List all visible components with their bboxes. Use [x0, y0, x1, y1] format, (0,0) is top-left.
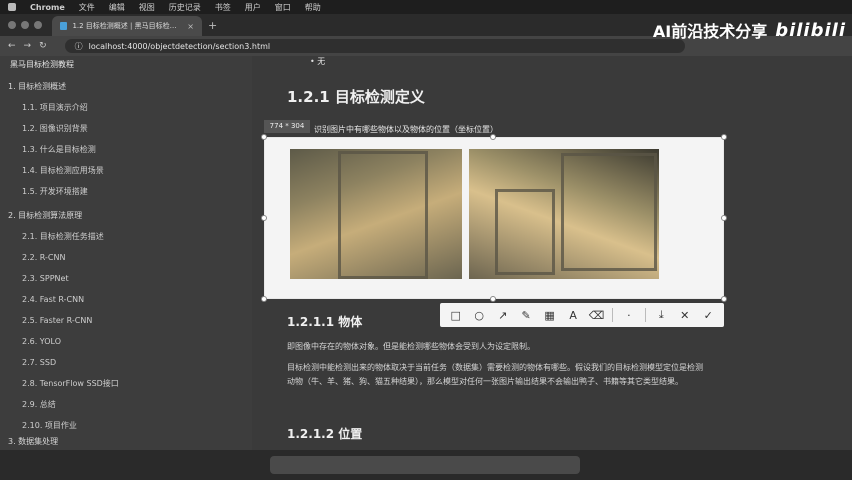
site-info-icon[interactable]: ⓘ [75, 41, 83, 52]
pin-tool-icon[interactable]: · [619, 305, 638, 325]
minimize-window-icon[interactable] [21, 21, 29, 29]
menu-view[interactable]: 视图 [139, 2, 155, 13]
new-tab-button[interactable]: + [208, 19, 217, 32]
download-icon[interactable]: ⤓ [652, 305, 671, 325]
tab-close-icon[interactable]: × [187, 22, 194, 31]
sidebar-item[interactable]: 2.1. 目标检测任务描述 [0, 228, 274, 246]
menu-help[interactable]: 帮助 [305, 2, 321, 13]
browser-tab[interactable]: 1.2 目标检测概述 | 黑马目标检测教程 × [52, 16, 202, 36]
channel-name: AI前沿技术分享 [652, 22, 768, 41]
apple-icon[interactable] [8, 3, 16, 11]
toolbar-divider [612, 308, 614, 322]
sidebar-item[interactable]: 1.4. 目标检测应用场景 [0, 162, 274, 180]
dog-image [469, 149, 659, 279]
dock [0, 450, 852, 480]
sidebar: 黑马目标检测教程 1. 目标检测概述 1.1. 项目演示介绍 1.2. 图像识别… [0, 56, 252, 450]
maximize-window-icon[interactable] [34, 21, 42, 29]
window-controls [8, 21, 42, 29]
menu-edit[interactable]: 编辑 [109, 2, 125, 13]
resize-handle-w[interactable] [261, 215, 267, 221]
dog-bounding-box [561, 153, 657, 271]
section-title: 1.2.1 目标检测定义 [287, 88, 425, 106]
sidebar-item[interactable]: 2.9. 总结 [0, 396, 274, 414]
confirm-icon[interactable]: ✓ [698, 305, 717, 325]
close-window-icon[interactable] [8, 21, 16, 29]
sidebar-item[interactable]: 2.2. R-CNN [0, 249, 274, 267]
url-text: localhost:4000/objectdetection/section3.… [88, 41, 271, 51]
paragraph-object-detail: 目标检测中能检测出来的物体取决于当前任务（数据集）需要检测的物体有哪些。假设我们… [287, 363, 703, 386]
pen-tool-icon[interactable]: ✎ [516, 305, 535, 325]
resize-handle-se[interactable] [721, 296, 727, 302]
resize-handle-nw[interactable] [261, 134, 267, 140]
resize-handle-n[interactable] [490, 134, 496, 140]
text-tool-icon[interactable]: A [563, 305, 582, 325]
sidebar-title[interactable]: 黑马目标检测教程 [0, 56, 252, 73]
bilibili-logo: bilibili [775, 19, 846, 41]
paragraph-object-definition: 即图像中存在的物体对象。但是能检测哪些物体会受到人为设定限制。 [287, 342, 535, 351]
resize-handle-ne[interactable] [721, 134, 727, 140]
sidebar-item[interactable]: 2.7. SSD [0, 354, 274, 372]
back-button[interactable]: ← [8, 41, 16, 51]
menu-history[interactable]: 历史记录 [169, 2, 201, 13]
url-field[interactable]: ⓘ localhost:4000/objectdetection/section… [64, 39, 685, 53]
sidebar-item[interactable]: 2.4. Fast R-CNN [0, 291, 274, 309]
forward-button[interactable]: → [24, 41, 32, 51]
tab-title: 1.2 目标检测概述 | 黑马目标检测教程 [72, 22, 183, 30]
resize-handle-e[interactable] [721, 215, 727, 221]
cancel-icon[interactable]: ✕ [675, 305, 694, 325]
subsection-title-object: 1.2.1.1 物体 [287, 315, 363, 329]
sidebar-item[interactable]: 2.5. Faster R-CNN [0, 312, 274, 330]
channel-watermark: AI前沿技术分享 bilibili [653, 18, 846, 42]
menu-window[interactable]: 窗口 [275, 2, 291, 13]
cat-bounding-box [338, 151, 428, 279]
sidebar-item[interactable]: 1.1. 项目演示介绍 [0, 99, 274, 117]
sidebar-item[interactable]: 1.2. 图像识别背景 [0, 120, 274, 138]
reload-button[interactable]: ↻ [39, 41, 47, 51]
arrow-tool-icon[interactable]: ↗ [493, 305, 512, 325]
sidebar-item[interactable]: 2.6. YOLO [0, 333, 274, 351]
image-caption: 识别图片中有哪些物体以及物体的位置（坐标位置） [314, 125, 498, 134]
screenshot-toolbar: □ ○ ↗ ✎ ▦ A ⌫ · ⤓ ✕ ✓ [440, 303, 724, 327]
eraser-tool-icon[interactable]: ⌫ [587, 305, 606, 325]
sidebar-item[interactable]: 1.3. 什么是目标检测 [0, 141, 274, 159]
menu-people[interactable]: 用户 [245, 2, 261, 13]
toolbar-divider [644, 308, 646, 322]
rectangle-tool-icon[interactable]: □ [446, 305, 465, 325]
list-bullet: • 无 [310, 57, 326, 66]
menu-app[interactable]: Chrome [30, 3, 65, 12]
sidebar-item[interactable]: 1.5. 开发环境搭建 [0, 183, 274, 201]
menu-file[interactable]: 文件 [79, 2, 95, 13]
sidebar-item[interactable]: 3. 数据集处理 [0, 433, 260, 451]
resize-handle-s[interactable] [490, 296, 496, 302]
menu-bookmarks[interactable]: 书签 [215, 2, 231, 13]
ellipse-tool-icon[interactable]: ○ [469, 305, 488, 325]
cat-bounding-box-secondary [495, 189, 555, 275]
sidebar-item[interactable]: 2.3. SPPNet [0, 270, 274, 288]
cat-image [290, 149, 462, 279]
favicon-icon [60, 22, 68, 30]
sidebar-item[interactable]: 1. 目标检测概述 [0, 78, 260, 96]
subsection-title-position: 1.2.1.2 位置 [287, 427, 363, 441]
menu-bar: Chrome 文件 编辑 视图 历史记录 书签 用户 窗口 帮助 [0, 0, 852, 14]
mosaic-tool-icon[interactable]: ▦ [540, 305, 559, 325]
resize-handle-sw[interactable] [261, 296, 267, 302]
sidebar-item[interactable]: 2.8. TensorFlow SSD接口 [0, 375, 274, 393]
sidebar-item[interactable]: 2. 目标检测算法原理 [0, 207, 260, 225]
dock-apps[interactable] [270, 456, 580, 474]
